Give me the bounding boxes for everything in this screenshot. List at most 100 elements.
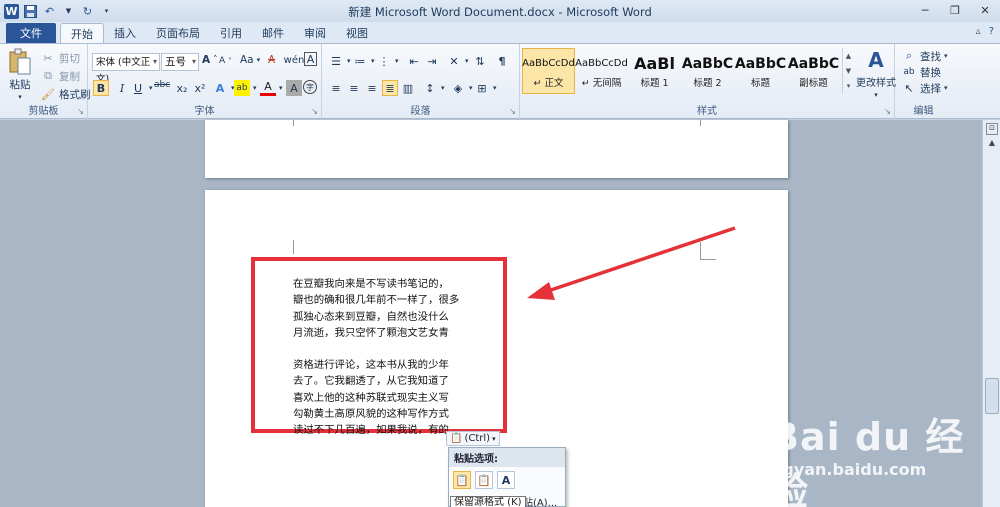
shading-button[interactable]: ◈ ▾ xyxy=(450,80,473,96)
replace-button[interactable]: ab 替换 xyxy=(901,64,941,80)
align-center-icon: ≡ xyxy=(349,81,359,95)
borders-button[interactable]: ⊞ ▾ xyxy=(474,80,496,96)
style-name: 标题 1 xyxy=(640,78,669,89)
italic-button[interactable]: I xyxy=(114,80,130,96)
tab-references[interactable]: 引用 xyxy=(210,23,252,44)
paste-options-tag[interactable]: 📋 (Ctrl) ▾ xyxy=(446,431,500,446)
distribute-button[interactable]: ▥ xyxy=(400,80,416,96)
close-icon[interactable]: ✕ xyxy=(970,0,1000,20)
tab-view[interactable]: 视图 xyxy=(336,23,378,44)
numbering-button[interactable]: ≔ ▾ xyxy=(352,53,375,69)
phonetic-button[interactable]: wén xyxy=(284,52,305,68)
shrink-font-button[interactable]: A ˅ xyxy=(219,56,232,66)
tab-insert[interactable]: 插入 xyxy=(104,23,146,44)
style-no-spacing[interactable]: AaBbCcDd ↵ 无间隔 xyxy=(575,48,628,94)
chevron-down-icon: ▾ xyxy=(874,91,878,99)
style-preview: AaBbC xyxy=(734,56,787,72)
keep-text-only-icon[interactable]: A xyxy=(497,471,515,489)
paste-tooltip: 保留源格式 (K) xyxy=(450,496,526,507)
word-logo-icon[interactable]: W xyxy=(4,3,19,19)
change-case-button[interactable]: Aa ▾ xyxy=(240,54,260,66)
style-preview: AaBbC xyxy=(681,56,734,72)
char-shading-button[interactable]: A xyxy=(286,80,302,96)
minimize-icon[interactable]: ─ xyxy=(910,0,940,20)
increase-indent-button[interactable]: ⇥ xyxy=(424,53,440,69)
enclose-char-button[interactable]: 字 xyxy=(303,80,317,94)
decrease-indent-icon: ⇤ xyxy=(409,54,419,68)
multilevel-list-button[interactable]: ⋮ ▾ xyxy=(376,53,399,69)
margin-mark xyxy=(293,120,294,126)
paragraph-launcher-icon[interactable]: ↘ xyxy=(509,107,516,116)
more-icon[interactable]: ▾ xyxy=(847,82,851,90)
undo-dropdown-icon[interactable]: ▼ xyxy=(61,4,76,19)
cut-label: 剪切 xyxy=(59,52,80,65)
style-heading-1[interactable]: AaBl 标题 1 xyxy=(628,48,681,94)
tab-home[interactable]: 开始 xyxy=(60,23,104,44)
copy-button[interactable]: ⧉ 复制 xyxy=(40,68,80,84)
align-right-button[interactable]: ≡ xyxy=(364,80,380,96)
paste-dropdown-icon[interactable]: ▾ xyxy=(18,93,22,101)
chevron-down-icon[interactable]: ▼ xyxy=(846,67,851,75)
strikethrough-button[interactable]: abc xyxy=(154,80,170,90)
style-title[interactable]: AaBbC 标题 xyxy=(734,48,787,94)
restore-icon[interactable]: ❐ xyxy=(940,0,970,20)
help-icon[interactable]: ? xyxy=(989,26,994,37)
format-painter-button[interactable]: 🖌 格式刷 xyxy=(40,86,90,102)
view-ruler-icon[interactable]: ⊡ xyxy=(986,123,998,135)
style-heading-2[interactable]: AaBbC 标题 2 xyxy=(681,48,734,94)
chinese-layout-button[interactable]: ✕ ▾ xyxy=(446,53,468,69)
line-spacing-button[interactable]: ↕ ▾ xyxy=(422,80,444,96)
decrease-indent-button[interactable]: ⇤ xyxy=(406,53,422,69)
merge-format-icon[interactable]: 📋 xyxy=(475,471,493,489)
style-subtitle[interactable]: AaBbC 副标题 xyxy=(787,48,840,94)
keep-source-format-icon[interactable]: 📋 xyxy=(453,471,471,489)
align-left-button[interactable]: ≡ xyxy=(328,80,344,96)
change-styles-button[interactable]: A 更改样式 ▾ xyxy=(856,48,896,99)
sort-button[interactable]: ⇅ xyxy=(472,53,488,69)
font-launcher-icon[interactable]: ↘ xyxy=(311,107,318,116)
save-icon[interactable] xyxy=(23,4,38,19)
chevron-up-icon[interactable]: ▲ xyxy=(846,52,851,60)
tab-review[interactable]: 审阅 xyxy=(294,23,336,44)
tab-page-layout[interactable]: 页面布局 xyxy=(146,23,210,44)
redo-icon[interactable]: ↻ xyxy=(80,4,95,19)
clipboard-launcher-icon[interactable]: ↘ xyxy=(77,107,84,116)
show-marks-button[interactable]: ¶ xyxy=(494,53,510,69)
tab-mailings[interactable]: 邮件 xyxy=(252,23,294,44)
editing-group: ⌕ 查找 ▾ ab 替换 ↖ 选择 ▾ 编辑 xyxy=(895,44,952,119)
tab-file[interactable]: 文件 xyxy=(6,23,56,44)
style-normal[interactable]: AaBbCcDd ↵ 正文 xyxy=(522,48,575,94)
pasted-text[interactable]: 在豆瓣我向来是不写读书笔记的， 瓣也的确和很几年前不一样了，很多 孤独心态来到豆… xyxy=(293,276,459,439)
customize-toolbar-icon[interactable]: ▾ xyxy=(99,4,114,19)
tabs-right-controls: ▵ ? xyxy=(976,26,994,37)
styles-gallery-scroll: ▲ ▼ ▾ xyxy=(842,48,854,94)
font-size-select[interactable]: 五号 ▾ xyxy=(161,53,199,71)
text-effects-button[interactable]: A ▾ xyxy=(212,80,235,96)
clipboard-group-label: 剪贴板 xyxy=(28,106,59,117)
font-name-select[interactable]: 宋体 (中文正文)▾ xyxy=(92,53,160,85)
clear-format-button[interactable]: A xyxy=(268,54,275,66)
font-size-value: 五号 xyxy=(165,56,186,68)
highlight-button[interactable]: ab ▾ xyxy=(234,80,257,96)
scroll-up-icon[interactable]: ▲ xyxy=(985,138,999,152)
select-button[interactable]: ↖ 选择 ▾ xyxy=(901,80,947,96)
bullets-button[interactable]: ☰ ▾ xyxy=(328,53,350,69)
paste-button[interactable]: 粘贴 ▾ xyxy=(8,48,32,101)
find-button[interactable]: ⌕ 查找 ▾ xyxy=(901,48,948,64)
font-color-button[interactable]: A ▾ xyxy=(260,80,283,96)
char-border-button[interactable]: A xyxy=(304,52,317,66)
grow-font-button[interactable]: A ˄ xyxy=(202,54,218,66)
paste-options-header: 粘贴选项: xyxy=(449,448,565,467)
justify-button[interactable]: ≣ xyxy=(382,80,398,96)
align-center-button[interactable]: ≡ xyxy=(346,80,362,96)
superscript-button[interactable]: x² xyxy=(192,80,208,96)
cut-button[interactable]: ✂ 剪切 xyxy=(40,50,80,66)
styles-launcher-icon[interactable]: ↘ xyxy=(884,107,891,116)
brush-icon: 🖌 xyxy=(41,87,55,101)
underline-button[interactable]: U ▾ xyxy=(130,80,153,96)
bold-button[interactable]: B xyxy=(93,80,109,96)
minimize-ribbon-icon[interactable]: ▵ xyxy=(976,26,981,37)
style-name: 副标题 xyxy=(799,78,828,89)
subscript-button[interactable]: x₂ xyxy=(174,80,190,96)
undo-icon[interactable]: ↶ xyxy=(42,4,57,19)
